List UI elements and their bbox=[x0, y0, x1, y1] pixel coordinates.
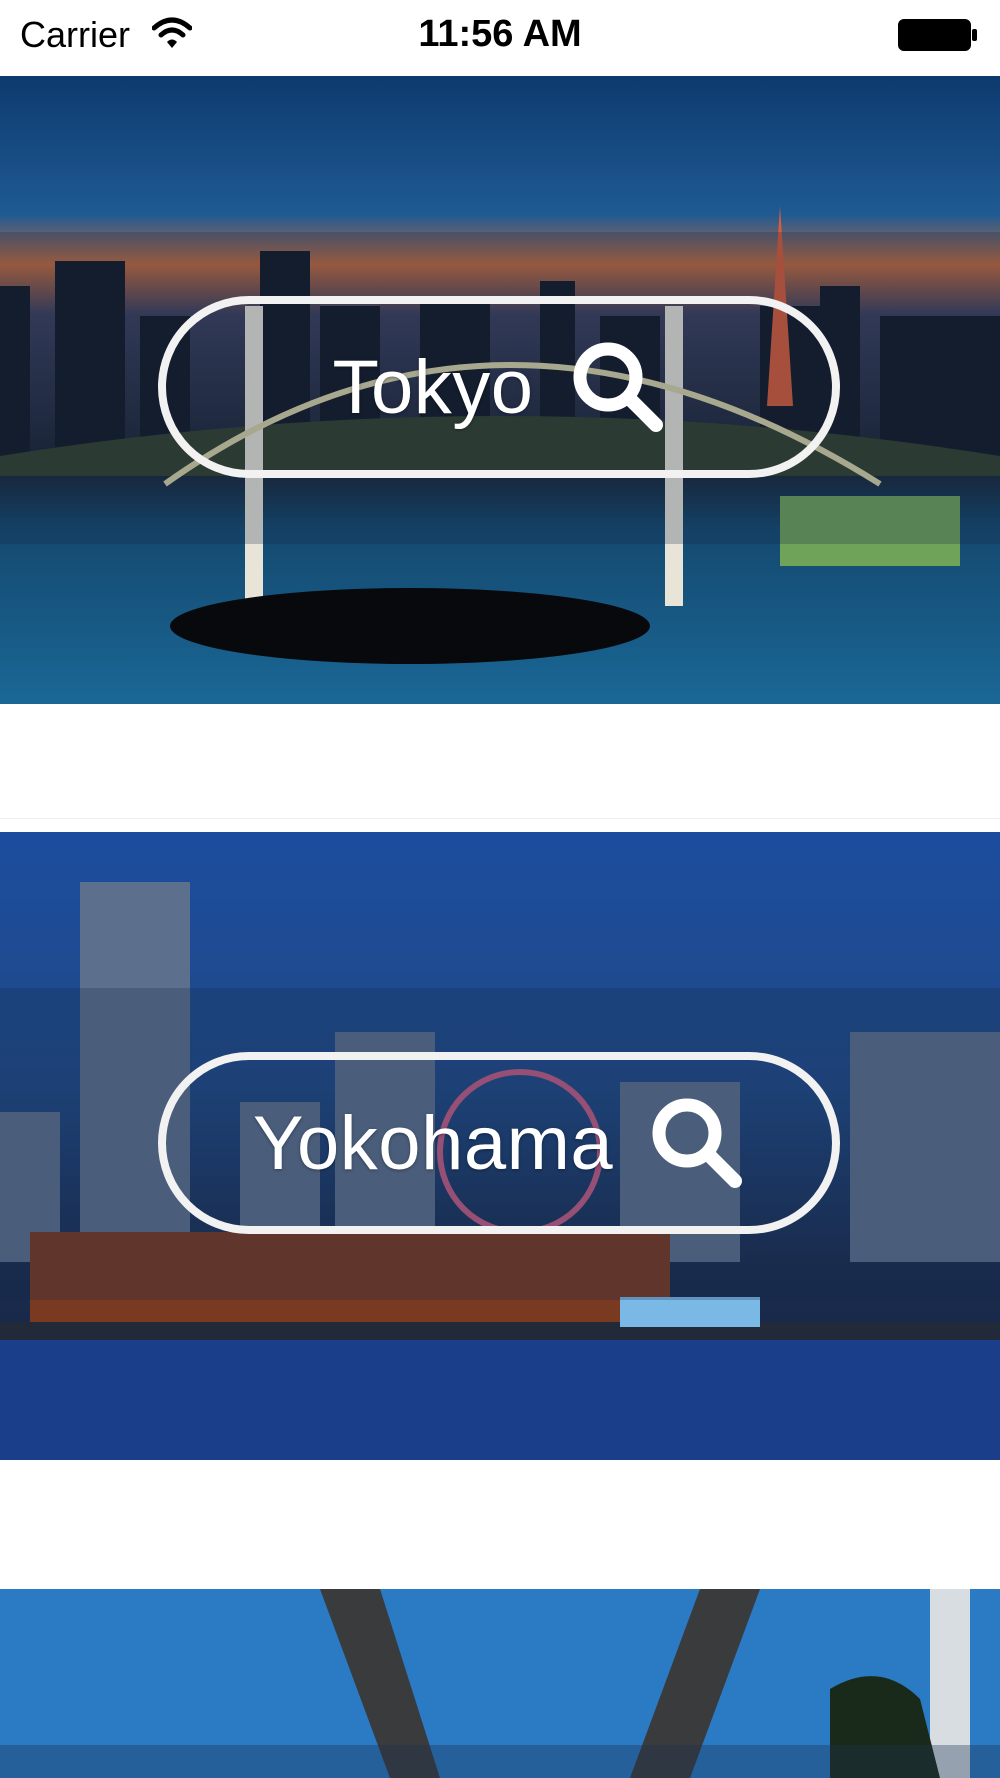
city-card-tokyo[interactable]: Tokyo bbox=[0, 76, 1000, 704]
status-time: 11:56 AM bbox=[418, 13, 582, 55]
tokyo-search-button[interactable]: Tokyo bbox=[158, 296, 840, 478]
city-label: Yokohama bbox=[252, 1100, 614, 1186]
monorail-photo bbox=[0, 1589, 1000, 1778]
divider bbox=[0, 818, 1000, 819]
status-bar: Carrier 11:56 AM bbox=[0, 0, 1000, 76]
yokohama-search-button[interactable]: Yokohama bbox=[158, 1052, 840, 1234]
city-card-yokohama[interactable]: Yokohama bbox=[0, 832, 1000, 1460]
search-icon bbox=[573, 342, 663, 432]
city-card-partial[interactable] bbox=[0, 1589, 1000, 1778]
battery-icon bbox=[898, 19, 977, 51]
search-icon bbox=[652, 1098, 743, 1188]
city-label: Tokyo bbox=[332, 344, 534, 430]
